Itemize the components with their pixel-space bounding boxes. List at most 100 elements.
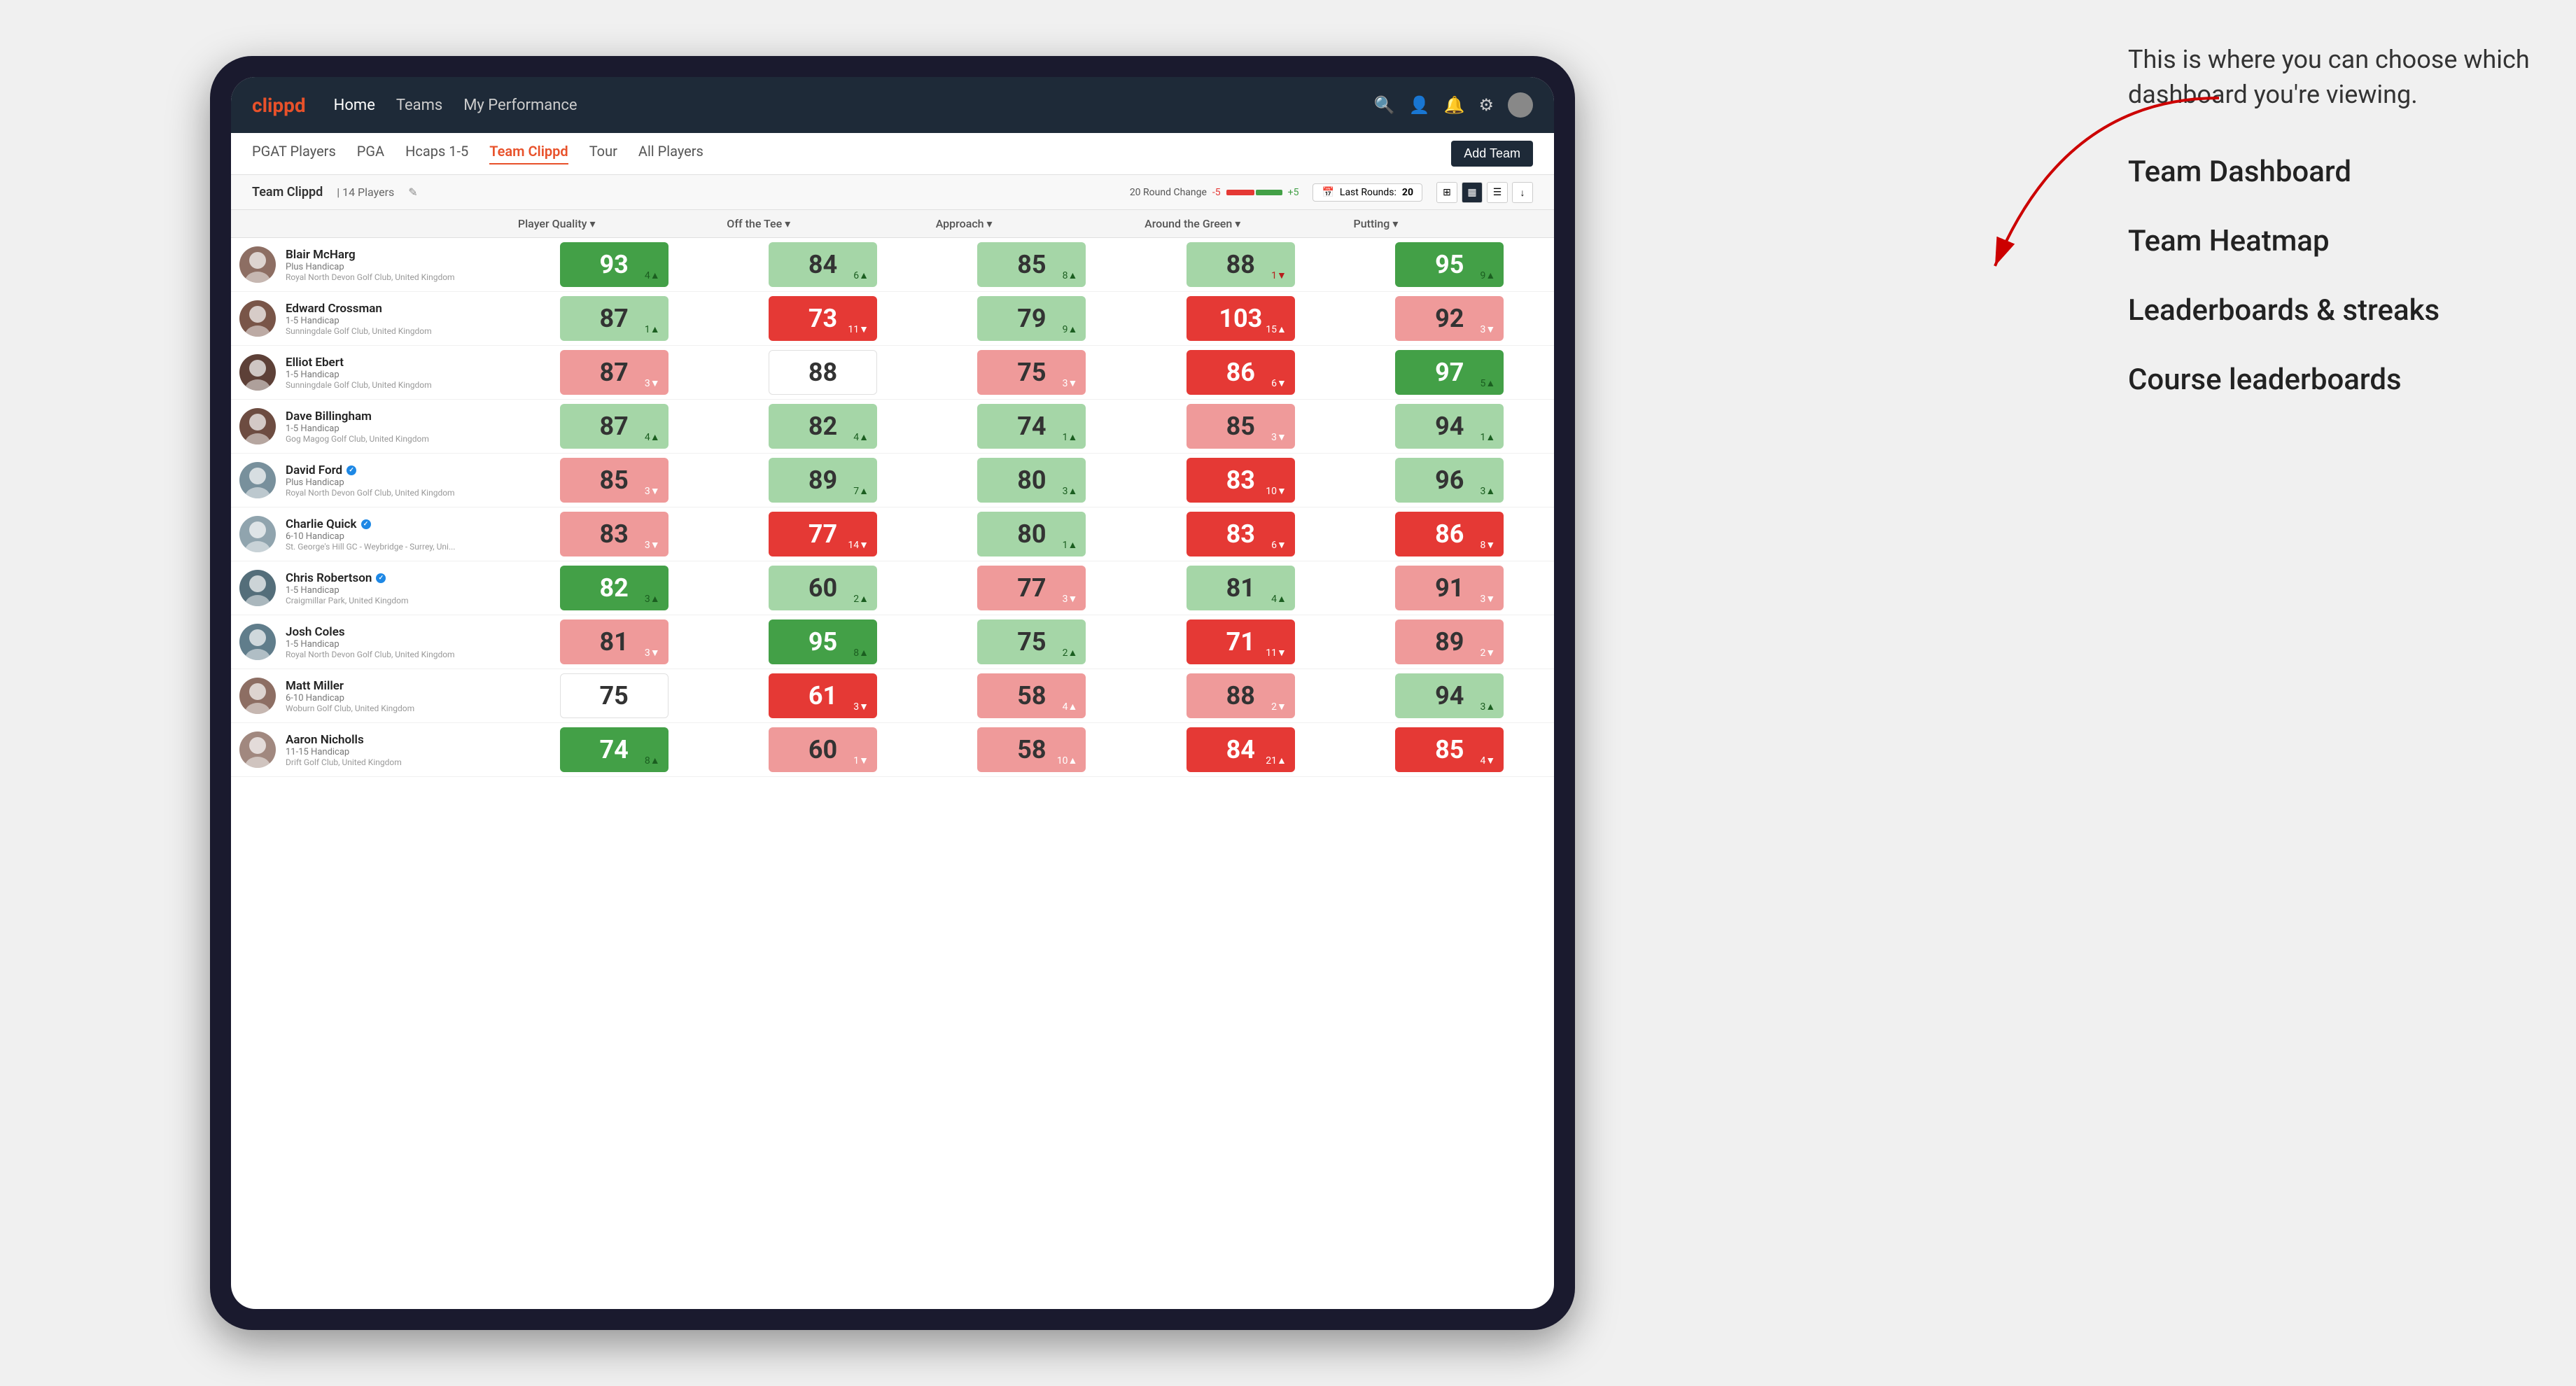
player-cell[interactable]: Edward Crossman 1-5 Handicap Sunningdale…: [231, 293, 510, 344]
player-hcp: 1-5 Handicap: [286, 585, 409, 596]
verified-badge: ✓: [346, 465, 356, 475]
approach-cell: 75 3▼: [927, 346, 1136, 400]
player-name: Aaron Nicholls: [286, 733, 402, 747]
card-view-button[interactable]: ☰: [1487, 182, 1508, 203]
putting-cell: 96 3▲: [1345, 454, 1554, 507]
option-course-leaderboards: Course leaderboards: [2128, 363, 2534, 397]
tablet-screen: clippd Home Teams My Performance 🔍 👤 🔔 ⚙…: [231, 77, 1554, 1309]
approach-cell: 80 3▲: [927, 454, 1136, 507]
putting-cell: 85 4▼: [1345, 723, 1554, 777]
player-hcp: Plus Handicap: [286, 262, 455, 272]
subnav-tour[interactable]: Tour: [589, 143, 617, 164]
approach-cell: 58 4▲: [927, 669, 1136, 723]
main-content: Player Quality ▾ Off the Tee ▾ Approach …: [231, 210, 1554, 1309]
putting-cell: 94 1▲: [1345, 400, 1554, 454]
player-avatar: [239, 246, 276, 283]
player-cell[interactable]: Blair McHarg Plus Handicap Royal North D…: [231, 239, 510, 290]
player-info: Josh Coles 1-5 Handicap Royal North Devo…: [286, 625, 455, 659]
player-club: Drift Golf Club, United Kingdom: [286, 757, 402, 767]
player-hcp: 1-5 Handicap: [286, 316, 432, 326]
round-change-label: 20 Round Change -5 +5: [1130, 187, 1299, 198]
putting-cell: 91 3▼: [1345, 561, 1554, 615]
nav-teams[interactable]: Teams: [396, 97, 442, 114]
player-avatar: [239, 678, 276, 714]
table-row: David Ford✓ Plus Handicap Royal North De…: [231, 454, 1554, 507]
player-cell[interactable]: Josh Coles 1-5 Handicap Royal North Devo…: [231, 617, 510, 667]
player-cell[interactable]: Elliot Ebert 1-5 Handicap Sunningdale Go…: [231, 347, 510, 398]
bell-icon[interactable]: 🔔: [1444, 95, 1465, 115]
calendar-icon: 📅: [1322, 187, 1334, 198]
player-club: Craigmillar Park, United Kingdom: [286, 596, 409, 606]
player-hcp: 6-10 Handicap: [286, 693, 414, 704]
subnav-pgat[interactable]: PGAT Players: [252, 143, 336, 164]
grid-view-button[interactable]: ⊞: [1436, 182, 1457, 203]
subnav-hcaps[interactable]: Hcaps 1-5: [405, 143, 468, 164]
player-quality-cell: 83 3▼: [510, 507, 718, 561]
table-row: Elliot Ebert 1-5 Handicap Sunningdale Go…: [231, 346, 1554, 400]
last-rounds-label: Last Rounds:: [1340, 187, 1396, 198]
nav-home[interactable]: Home: [334, 97, 375, 114]
last-rounds-button[interactable]: 📅 Last Rounds: 20: [1312, 183, 1422, 202]
user-avatar[interactable]: [1508, 92, 1533, 118]
player-hcp: 1-5 Handicap: [286, 639, 455, 650]
player-club: Royal North Devon Golf Club, United King…: [286, 272, 455, 282]
player-name: Elliot Ebert: [286, 356, 432, 370]
subnav-team-clippd[interactable]: Team Clippd: [489, 143, 568, 164]
approach-cell: 79 9▲: [927, 292, 1136, 346]
putting-cell: 97 5▲: [1345, 346, 1554, 400]
th-player: [231, 210, 510, 238]
table-row: Matt Miller 6-10 Handicap Woburn Golf Cl…: [231, 669, 1554, 723]
table-row: Edward Crossman 1-5 Handicap Sunningdale…: [231, 292, 1554, 346]
player-cell[interactable]: Matt Miller 6-10 Handicap Woburn Golf Cl…: [231, 671, 510, 721]
player-cell[interactable]: Charlie Quick✓ 6-10 Handicap St. George'…: [231, 509, 510, 559]
player-cell[interactable]: Aaron Nicholls 11-15 Handicap Drift Golf…: [231, 724, 510, 775]
player-info: Aaron Nicholls 11-15 Handicap Drift Golf…: [286, 733, 402, 767]
edit-icon[interactable]: ✎: [408, 186, 417, 199]
off-tee-cell: 82 4▲: [718, 400, 927, 454]
nav-icons: 🔍 👤 🔔 ⚙: [1374, 92, 1533, 118]
around-green-cell: 86 6▼: [1136, 346, 1345, 400]
player-club: Sunningdale Golf Club, United Kingdom: [286, 380, 432, 390]
player-cell[interactable]: Chris Robertson✓ 1-5 Handicap Craigmilla…: [231, 563, 510, 613]
off-tee-cell: 84 6▲: [718, 238, 927, 292]
approach-cell: 77 3▼: [927, 561, 1136, 615]
team-bar: Team Clippd | 14 Players ✎ 20 Round Chan…: [231, 175, 1554, 210]
player-cell[interactable]: David Ford✓ Plus Handicap Royal North De…: [231, 455, 510, 505]
table-row: Blair McHarg Plus Handicap Royal North D…: [231, 238, 1554, 292]
change-bar-visual: [1226, 188, 1282, 197]
nav-my-performance[interactable]: My Performance: [463, 97, 577, 114]
player-name: Blair McHarg: [286, 248, 455, 262]
player-club: Woburn Golf Club, United Kingdom: [286, 704, 414, 713]
player-club: Sunningdale Golf Club, United Kingdom: [286, 326, 432, 336]
player-info: Matt Miller 6-10 Handicap Woburn Golf Cl…: [286, 679, 414, 713]
subnav-all-players[interactable]: All Players: [638, 143, 704, 164]
search-icon[interactable]: 🔍: [1374, 95, 1395, 115]
player-name: David Ford✓: [286, 463, 455, 477]
off-tee-cell: 77 14▼: [718, 507, 927, 561]
player-info: Elliot Ebert 1-5 Handicap Sunningdale Go…: [286, 356, 432, 390]
person-icon[interactable]: 👤: [1409, 95, 1430, 115]
table-view-button[interactable]: ▦: [1462, 182, 1483, 203]
last-rounds-value: 20: [1402, 187, 1413, 198]
subnav-pga[interactable]: PGA: [357, 143, 384, 164]
player-cell[interactable]: Dave Billingham 1-5 Handicap Gog Magog G…: [231, 401, 510, 451]
th-player-quality[interactable]: Player Quality ▾: [510, 210, 718, 238]
team-name: Team Clippd: [252, 185, 323, 200]
player-hcp: 1-5 Handicap: [286, 370, 432, 380]
off-tee-cell: 95 8▲: [718, 615, 927, 669]
player-quality-cell: 87 3▼: [510, 346, 718, 400]
add-team-button[interactable]: Add Team: [1451, 141, 1533, 167]
putting-cell: 95 9▲: [1345, 238, 1554, 292]
settings-icon[interactable]: ⚙: [1478, 95, 1494, 115]
player-avatar: [239, 354, 276, 391]
player-info: Dave Billingham 1-5 Handicap Gog Magog G…: [286, 410, 429, 444]
th-around-green[interactable]: Around the Green ▾: [1136, 210, 1345, 238]
player-club: Royal North Devon Golf Club, United King…: [286, 650, 455, 659]
th-putting[interactable]: Putting ▾: [1345, 210, 1554, 238]
th-approach[interactable]: Approach ▾: [927, 210, 1136, 238]
verified-badge: ✓: [361, 519, 371, 529]
table-row: Dave Billingham 1-5 Handicap Gog Magog G…: [231, 400, 1554, 454]
th-off-tee[interactable]: Off the Tee ▾: [718, 210, 927, 238]
off-tee-cell: 60 1▼: [718, 723, 927, 777]
download-button[interactable]: ↓: [1512, 182, 1533, 203]
